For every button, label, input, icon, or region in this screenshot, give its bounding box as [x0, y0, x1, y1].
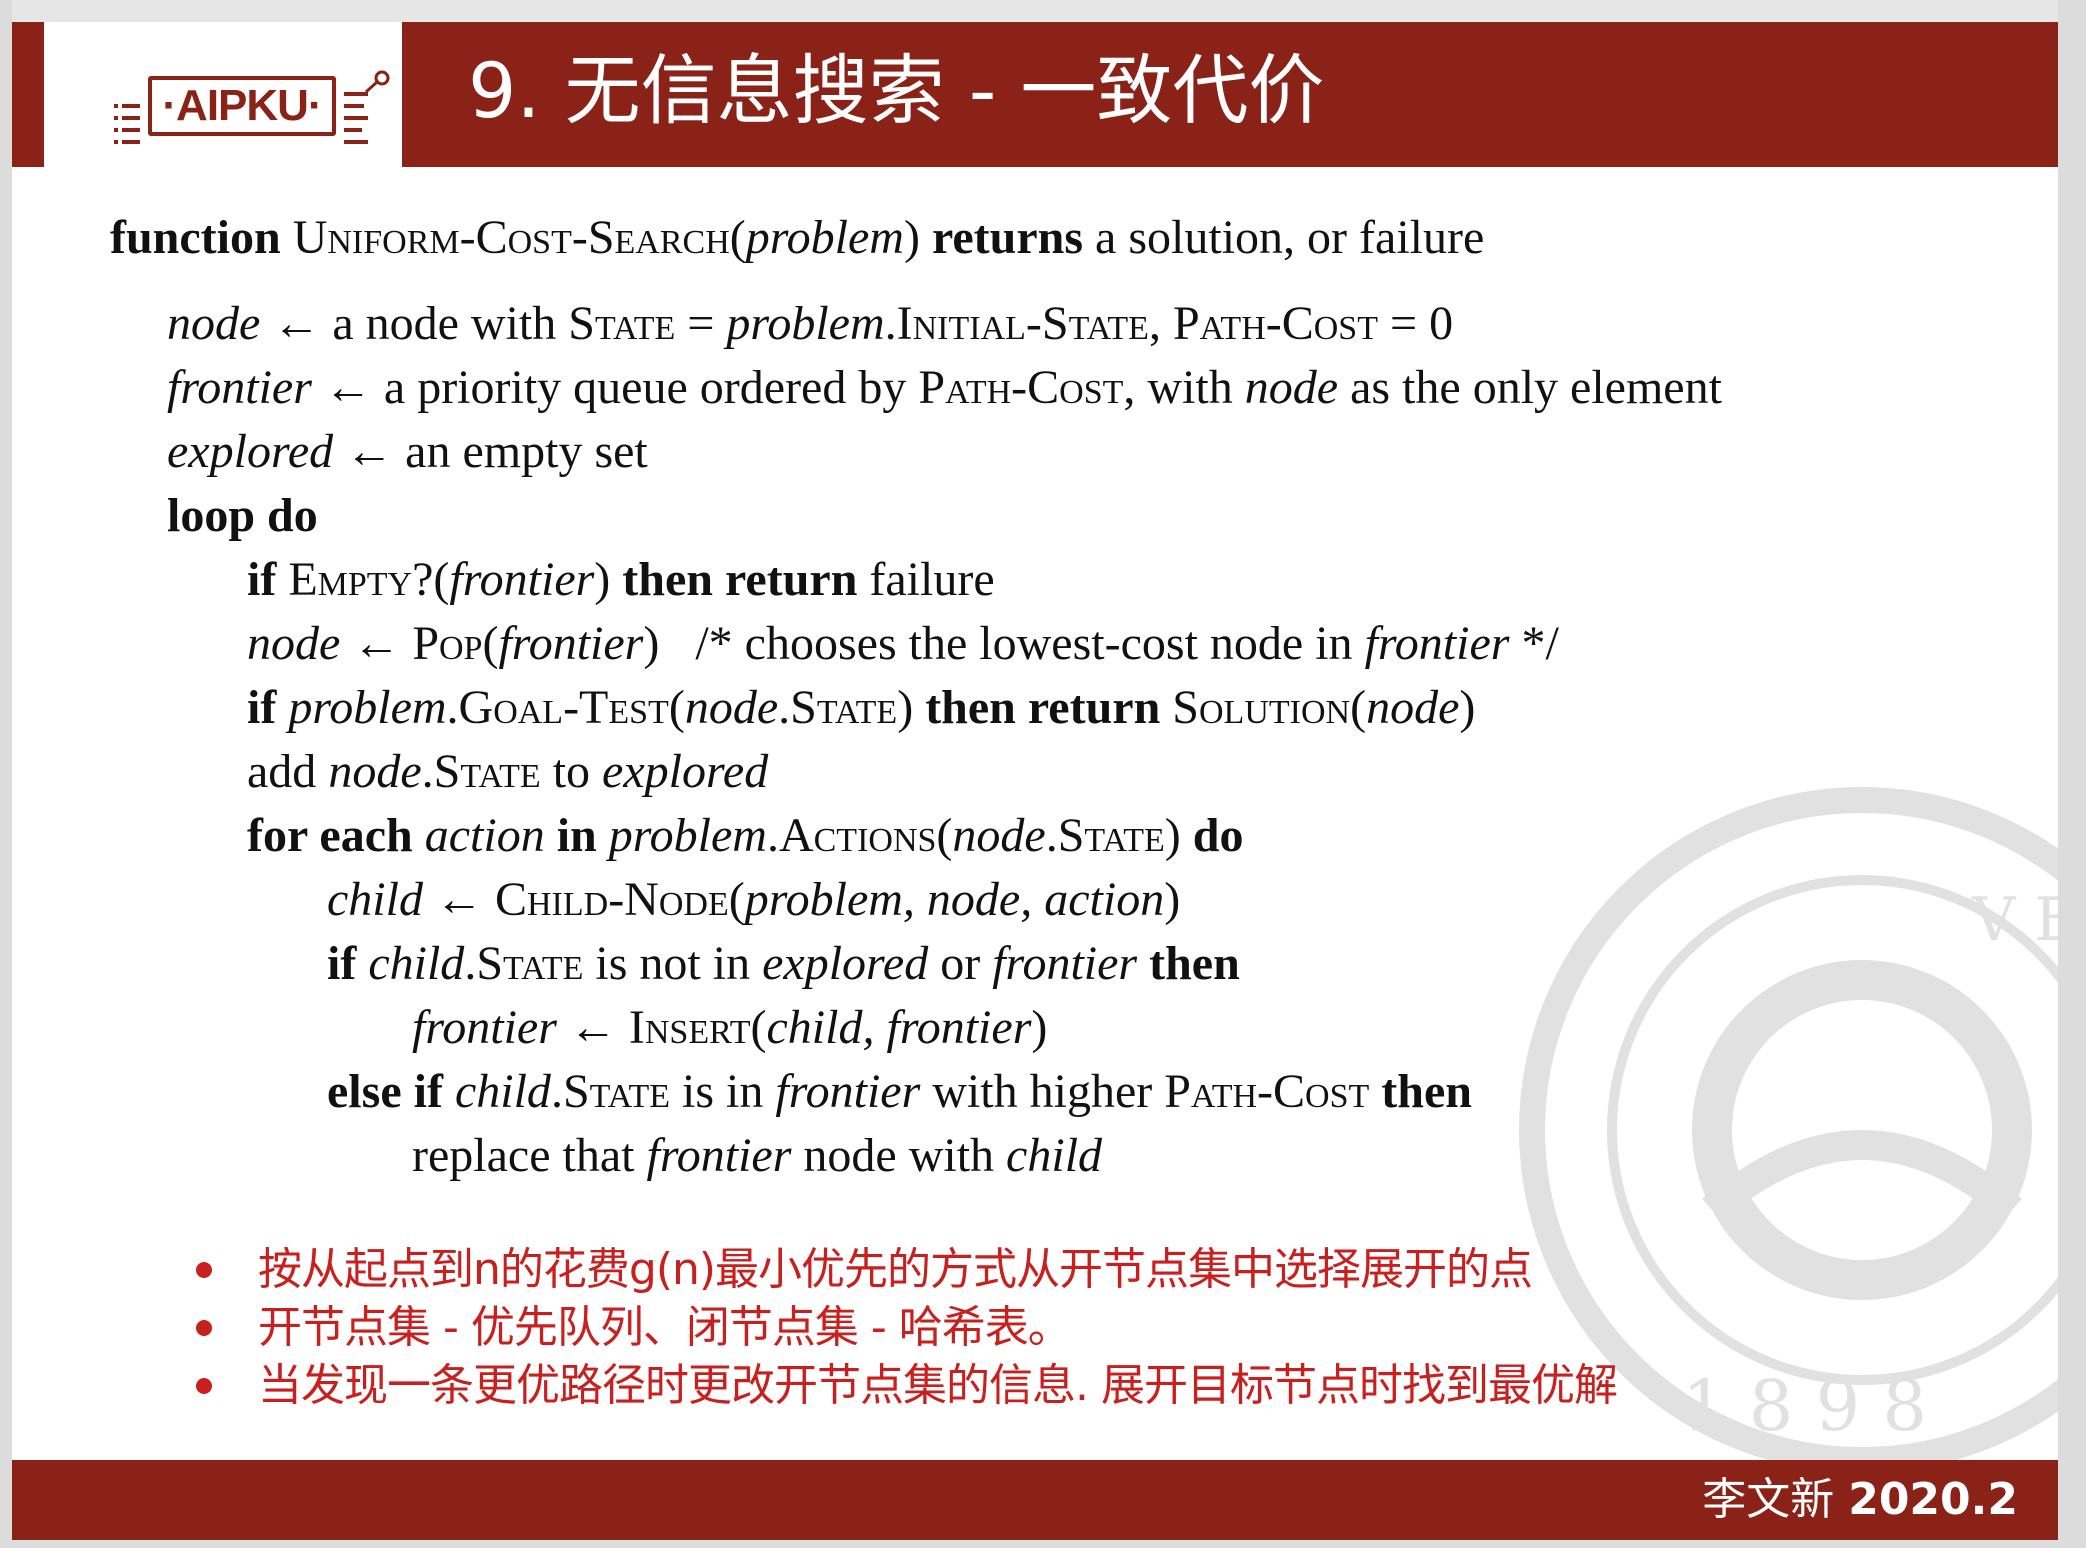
top-strip [12, 0, 2058, 22]
logo-area: ·AIPKU· [12, 22, 400, 167]
code-line-5: loop do [167, 489, 318, 542]
code-line-9: add node.State to explored [247, 745, 769, 798]
code-line-15: replace that frontier node with child [412, 1129, 1103, 1182]
footer-bar: 李文新 2020.2 [12, 1460, 2058, 1540]
code-line-12: if child.State is not in explored or fro… [327, 937, 1240, 990]
bullet-icon [196, 1320, 212, 1336]
title-bar: 9. 无信息搜索 - 一致代价 [402, 22, 2058, 167]
logo-circuit-icon [344, 70, 390, 144]
pseudocode-block: function Uniform-Cost-Search(problem) re… [12, 200, 2058, 1200]
code-line-7: node ← Pop(frontier) /* chooses the lowe… [247, 617, 1559, 670]
code-line-1: function Uniform-Cost-Search(problem) re… [110, 211, 1485, 264]
logo-text: ·AIPKU· [148, 76, 336, 136]
code-line-14: else if child.State is in frontier with … [327, 1065, 1472, 1118]
page-title: 9. 无信息搜索 - 一致代价 [468, 46, 1325, 135]
code-line-6: if Empty?(frontier) then return failure [247, 553, 995, 606]
code-line-11: child ← Child-Node(problem, node, action… [327, 873, 1181, 926]
code-line-13: frontier ← Insert(child, frontier) [412, 1001, 1048, 1054]
aipku-logo: ·AIPKU· [94, 50, 394, 150]
code-line-3: frontier ← a priority queue ordered by P… [167, 361, 1722, 414]
footer-credit: 李文新 2020.2 [1702, 1468, 2018, 1532]
bullet-icon [196, 1378, 212, 1394]
logo-left-lines-icon [114, 104, 140, 144]
code-line-8: if problem.Goal-Test(node.State) then re… [247, 681, 1476, 734]
code-line-10: for each action in problem.Actions(node.… [247, 809, 1244, 862]
code-line-2: node ← a node with State = problem.Initi… [167, 297, 1454, 350]
slide: ·AIPKU· 9. 无信息搜索 - 一致代价 1 8 9 8 V E func… [12, 0, 2058, 1540]
bullet-icon [196, 1262, 212, 1278]
footer-author: 李文新 [1702, 1474, 1835, 1525]
seal-year-text: 1 8 9 8 [1682, 1365, 1927, 1447]
footer-year: 2020.2 [1848, 1474, 2018, 1525]
code-line-4: explored ← an empty set [167, 425, 648, 478]
